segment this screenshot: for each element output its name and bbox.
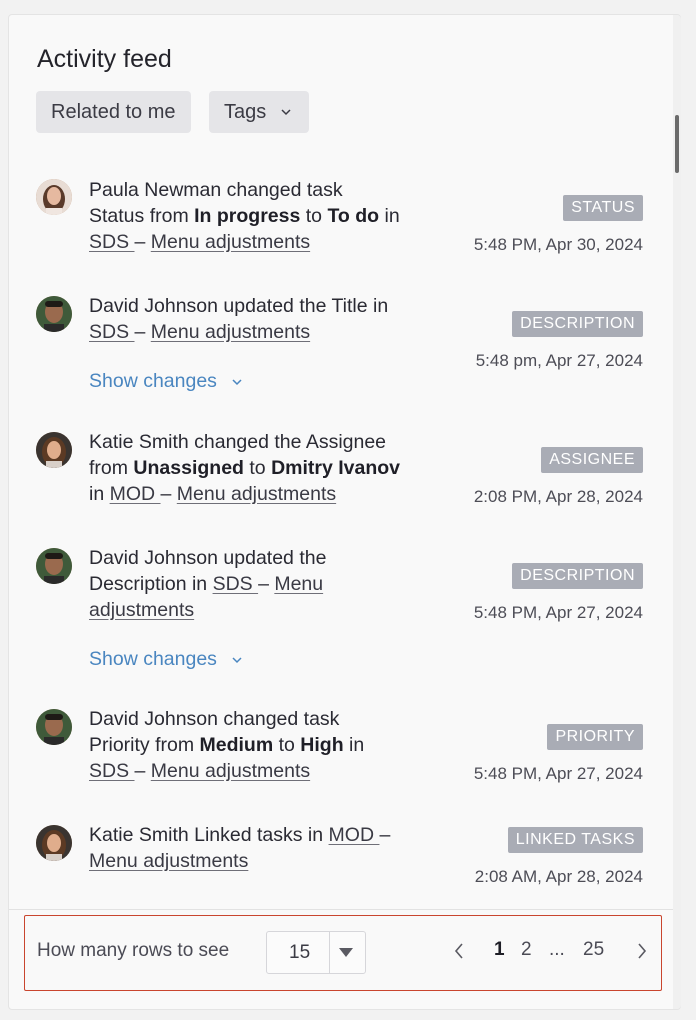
task-link[interactable]: Menu: [274, 573, 323, 595]
activity-text-line: Status from In progress to To do in: [89, 205, 400, 227]
timestamp: 5:48 PM, Apr 27, 2024: [473, 603, 643, 622]
show-changes-button[interactable]: Show changes: [89, 370, 245, 393]
avatar: [36, 179, 72, 215]
status-badge: PRIORITY: [547, 724, 643, 750]
project-link[interactable]: SDS: [89, 321, 135, 343]
show-changes-button[interactable]: Show changes: [89, 648, 245, 671]
related-filter-label: Related to me: [51, 100, 176, 123]
timestamp: 2:08 AM, Apr 28, 2024: [474, 867, 643, 886]
task-link[interactable]: Menu adjustments: [151, 321, 310, 343]
activity-text-line: Priority from Medium to High in: [89, 734, 365, 756]
tags-filter-label: Tags: [224, 100, 267, 123]
page-2[interactable]: 2: [521, 939, 532, 961]
activity-feed-panel: Activity feed Related to me Tags Paula N…: [8, 14, 681, 1010]
timestamp: 5:48 PM, Apr 30, 2024: [473, 235, 643, 254]
avatar: [36, 548, 72, 584]
project-link[interactable]: SDS: [89, 760, 135, 782]
status-badge: STATUS: [563, 195, 643, 221]
page-25[interactable]: 25: [583, 939, 604, 961]
tags-filter-dropdown[interactable]: Tags: [209, 91, 310, 133]
status-badge: LINKED TASKS: [507, 827, 643, 853]
status-badge: ASSIGNEE: [541, 447, 643, 473]
task-link[interactable]: Menu adjustments: [177, 483, 336, 505]
chevron-down-icon: [281, 109, 291, 116]
chevron-right-icon[interactable]: [636, 942, 648, 960]
separator: –: [160, 483, 177, 505]
select-divider: [329, 932, 330, 973]
task-link[interactable]: Menu adjustments: [89, 850, 248, 872]
activity-text-line: Katie Smith changed the Assignee: [89, 431, 387, 453]
related-to-me-filter[interactable]: Related to me: [36, 91, 191, 133]
activity-text-line: David Johnson changed task: [89, 708, 340, 730]
task-link[interactable]: Menu adjustments: [151, 760, 310, 782]
activity-text: in: [89, 483, 110, 505]
timestamp: 5:48 PM, Apr 27, 2024: [473, 764, 643, 783]
activity-text: Description in: [89, 573, 213, 595]
activity-text-line: David Johnson updated the Title in: [89, 295, 389, 317]
activity-text-line: David Johnson updated the: [89, 547, 327, 569]
scrollbar-thumb[interactable]: [675, 115, 679, 173]
page-title: Activity feed: [37, 45, 172, 73]
project-link[interactable]: MOD: [329, 824, 380, 846]
avatar: [36, 825, 72, 861]
caret-down-icon[interactable]: [339, 948, 353, 957]
project-link[interactable]: SDS: [89, 231, 135, 253]
avatar: [36, 296, 72, 332]
separator: –: [134, 760, 151, 782]
chevron-down-icon: [232, 378, 242, 385]
avatar: [36, 432, 72, 468]
task-link[interactable]: Menu adjustments: [151, 231, 310, 253]
separator: –: [134, 231, 151, 253]
project-link[interactable]: SDS: [213, 573, 259, 595]
timestamp: 5:48 pm, Apr 27, 2024: [475, 351, 643, 370]
separator: –: [258, 573, 275, 595]
activity-text-line: Paula Newman changed task: [89, 179, 343, 201]
separator: –: [379, 824, 391, 846]
footer-divider: [9, 909, 673, 910]
page-ellipsis: ...: [549, 939, 565, 960]
rows-per-page-value: 15: [289, 942, 311, 963]
status-badge: DESCRIPTION: [512, 563, 643, 589]
avatar: [36, 709, 72, 745]
pagination-footer: How many rows to see 15 1 2 ... 25: [24, 915, 662, 991]
task-link[interactable]: adjustments: [89, 599, 194, 621]
chevron-down-icon: [232, 656, 242, 663]
separator: –: [134, 321, 151, 343]
timestamp: 2:08 PM, Apr 28, 2024: [473, 487, 643, 506]
page-1[interactable]: 1: [494, 939, 505, 961]
rows-per-page-select[interactable]: 15: [266, 931, 366, 974]
show-changes-label: Show changes: [89, 648, 217, 670]
chevron-left-icon[interactable]: [453, 942, 465, 960]
project-link[interactable]: MOD: [110, 483, 161, 505]
rows-per-page-label: How many rows to see: [37, 940, 230, 961]
activity-text-line: from Unassigned to Dmitry Ivanov: [89, 457, 401, 479]
activity-text: Katie Smith Linked tasks in: [89, 824, 329, 846]
status-badge: DESCRIPTION: [512, 311, 643, 337]
show-changes-label: Show changes: [89, 370, 217, 392]
